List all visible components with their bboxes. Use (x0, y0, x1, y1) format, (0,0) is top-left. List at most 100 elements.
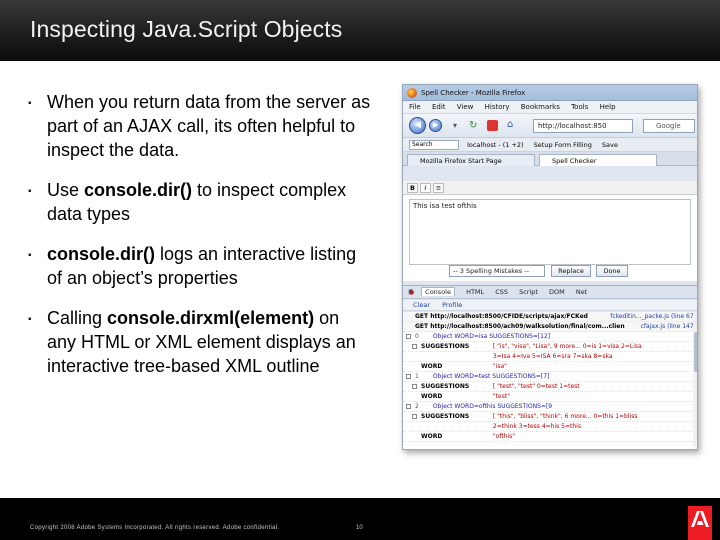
slide-footer: Copyright 2008 Adobe Systems Incorporate… (0, 498, 720, 540)
console-value: [ "is", "visa", "Lisa", 9 more... 0=is 1… (492, 343, 642, 350)
firebug-tab-css[interactable]: CSS (495, 288, 508, 296)
firebug-tabs: 🐞 Console HTML CSS Script DOM Net (403, 285, 697, 299)
menu-bookmarks[interactable]: Bookmarks (521, 103, 560, 111)
console-get-url[interactable]: GET http://localhost:8500/ach09/walksolu… (415, 323, 625, 330)
spelling-mistakes-select[interactable]: -- 3 Spelling Mistakes -- (449, 265, 545, 277)
expand-icon[interactable] (412, 414, 417, 419)
console-tree-row: SUGGESTIONS [ "is", "visa", "Lisa", 9 mo… (403, 342, 697, 352)
clear-button[interactable]: Clear (413, 301, 430, 309)
url-input[interactable]: http://localhost:850 (533, 119, 633, 133)
bullet-text: Use (47, 180, 85, 200)
console-tree-row: SUGGESTIONS [ "test", "test" 0=test 1=te… (403, 382, 697, 392)
firefox-icon (407, 88, 417, 98)
toolbar-search-field[interactable]: Search (409, 140, 459, 150)
done-button[interactable]: Done (596, 265, 628, 277)
navigation-toolbar: ◀ ▶ ▾ ↻ ⌂ http://localhost:850 Google (403, 114, 697, 138)
console-object-row[interactable]: 0 Object WORD=isa SUGGESTIONS=[12] (403, 332, 697, 342)
replace-button[interactable]: Replace (551, 265, 591, 277)
editor-textarea[interactable]: This isa test ofthis (409, 199, 691, 265)
adobe-logo-icon (688, 506, 712, 540)
tab-start-page[interactable]: Mozilla Firefox Start Page (407, 154, 535, 166)
bullet-item: ▪ When you return data from the server as… (28, 90, 373, 162)
reload-icon[interactable]: ↻ (469, 120, 477, 131)
console-value: 3=Isa 4=Iva 5=ISA 6=sra 7=ska 8=ska (492, 353, 613, 360)
console-key: WORD (421, 433, 443, 440)
bullet-list: ▪ When you return data from the server as… (28, 90, 373, 394)
slide-title: Inspecting Java.Script Objects (30, 16, 343, 42)
editor-toolbar: B I ≡ (403, 181, 697, 195)
firebug-tab-script[interactable]: Script (519, 288, 538, 296)
console-tree-row: SUGGESTIONS [ "this", "bliss", "think", … (403, 412, 697, 422)
profile-button[interactable]: Profile (442, 301, 462, 309)
spell-controls: -- 3 Spelling Mistakes -- Replace Done (403, 263, 697, 279)
bullet-item: ▪ Calling console.dirxml(element) on any … (28, 306, 373, 378)
expand-icon[interactable] (406, 334, 411, 339)
bullet-code: console.dir() (47, 244, 156, 264)
toolbar-save[interactable]: Save (602, 141, 618, 149)
forward-icon[interactable]: ▶ (429, 119, 442, 132)
google-toolbar: Search localhost - (1 +2) Setup Form Fil… (403, 138, 697, 152)
expand-icon[interactable] (406, 374, 411, 379)
console-object-value[interactable]: Object WORD=test SUGGESTIONS=[7] (433, 373, 549, 380)
console-object-value[interactable]: Object WORD=isa SUGGESTIONS=[12] (433, 333, 550, 340)
expand-icon[interactable] (412, 344, 417, 349)
console-tree-row: 3=Isa 4=Iva 5=ISA 6=sra 7=ska 8=ska (403, 352, 697, 362)
console-value: "isa" (492, 363, 507, 370)
bullet-marker-icon: ▪ (28, 250, 32, 261)
console-object-row[interactable]: 1 Object WORD=test SUGGESTIONS=[7] (403, 372, 697, 382)
bold-button[interactable]: B (407, 183, 418, 193)
console-source-link[interactable]: fckeditin..._packe.js (line 67) (610, 312, 696, 321)
menu-tools[interactable]: Tools (571, 103, 588, 111)
menu-file[interactable]: File (409, 103, 421, 111)
slide-title-bar: Inspecting Java.Script Objects (0, 0, 720, 61)
firebug-tab-html[interactable]: HTML (466, 288, 484, 296)
firebug-icon[interactable]: 🐞 (407, 288, 415, 296)
console-get-url[interactable]: GET http://localhost:8500/CFIDE/scripts/… (415, 313, 588, 320)
console-scrollbar[interactable] (693, 312, 697, 449)
console-key: SUGGESTIONS (421, 413, 470, 420)
menu-history[interactable]: History (485, 103, 510, 111)
console-value: [ "test", "test" 0=test 1=test (492, 383, 580, 390)
tab-spell-checker[interactable]: Spell Checker (539, 154, 657, 166)
console-index: 1 (415, 373, 419, 380)
toolbar-localhost[interactable]: localhost - (1 +2) (467, 141, 524, 149)
bullet-marker-icon: ▪ (28, 314, 32, 325)
firebug-tab-console[interactable]: Console (421, 287, 455, 296)
expand-icon[interactable] (406, 404, 411, 409)
list-button[interactable]: ≡ (433, 183, 444, 193)
dropdown-icon[interactable]: ▾ (453, 121, 457, 130)
console-source-link[interactable]: cfajax.js (line 147) (641, 322, 696, 331)
bullet-text: Calling (47, 308, 108, 328)
stop-icon[interactable] (487, 120, 498, 131)
bullet-item: ▪ console.dir() logs an interactive listi… (28, 242, 373, 290)
console-value: "ofthis" (492, 433, 516, 440)
back-icon[interactable]: ◀ (409, 117, 426, 134)
console-object-row[interactable]: 2 Object WORD=ofthis SUGGESTIONS=[9 (403, 402, 697, 412)
console-value: [ "this", "bliss", "think", 6 more... 0=… (492, 413, 638, 420)
console-object-value[interactable]: Object WORD=ofthis SUGGESTIONS=[9 (433, 403, 552, 410)
console-key: SUGGESTIONS (421, 383, 470, 390)
page-number: 10 (356, 525, 363, 531)
console-index: 2 (415, 403, 419, 410)
window-title-bar: Spell Checker - Mozilla Firefox (403, 85, 697, 101)
menu-edit[interactable]: Edit (432, 103, 446, 111)
console-key: WORD (421, 363, 443, 370)
console-tree-row: 2=think 3=tess 4=his 5=this (403, 422, 697, 432)
menu-help[interactable]: Help (600, 103, 616, 111)
browser-tabs: Mozilla Firefox Start Page Spell Checker (403, 152, 697, 166)
bullet-code: console.dirxml(element) (107, 308, 315, 328)
firebug-tab-dom[interactable]: DOM (549, 288, 565, 296)
screenshot-fade (403, 445, 697, 449)
console-tree-row: WORD "test" (403, 392, 697, 402)
firebug-tab-net[interactable]: Net (576, 288, 587, 296)
menu-view[interactable]: View (457, 103, 474, 111)
bullet-code: console.dir() (84, 180, 193, 200)
italic-button[interactable]: I (420, 183, 431, 193)
scrollbar-thumb[interactable] (694, 332, 697, 372)
toolbar-setup-form-filling[interactable]: Setup Form Filling (534, 141, 592, 149)
home-icon[interactable]: ⌂ (507, 119, 513, 130)
console-value: 2=think 3=tess 4=his 5=this (492, 423, 581, 430)
expand-icon[interactable] (412, 384, 417, 389)
search-input[interactable]: Google (643, 119, 695, 133)
copyright-text: Copyright 2008 Adobe Systems Incorporate… (30, 525, 280, 531)
